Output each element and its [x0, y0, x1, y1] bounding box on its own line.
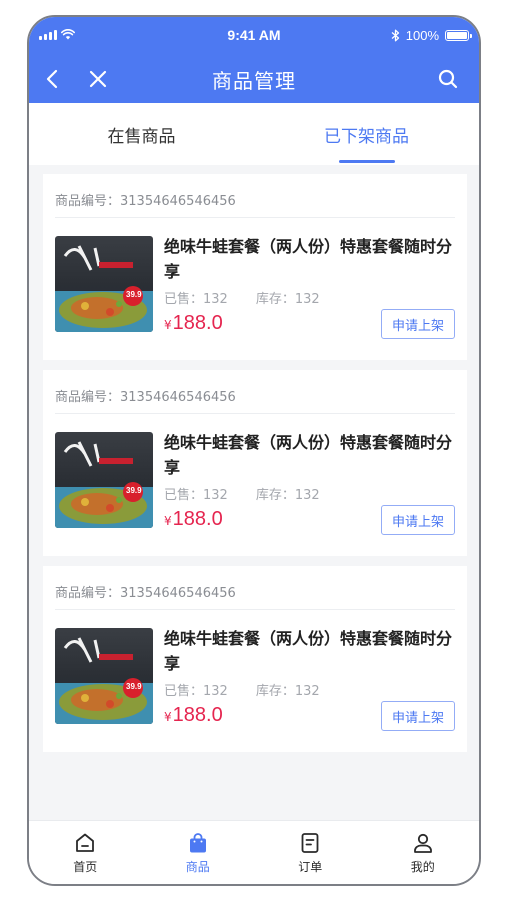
- product-name[interactable]: 绝味牛蛙套餐（两人份）特惠套餐随时分享: [164, 626, 459, 676]
- bluetooth-icon: [391, 29, 399, 42]
- product-image[interactable]: 39.9: [55, 432, 153, 528]
- bottom-nav-home[interactable]: 首页: [29, 821, 142, 884]
- product-list: 商品编号：31354646546456 39.9 绝味牛蛙套餐（两人份）特惠套餐…: [43, 174, 467, 762]
- app-header: 9:41 AM 100% 商品管理: [29, 17, 479, 103]
- active-tab-indicator: [338, 160, 395, 163]
- status-right: 100%: [391, 28, 472, 43]
- price-currency: ¥: [164, 514, 172, 528]
- product-card: 商品编号：31354646546456 39.9 绝味牛蛙套餐（两人份）特惠套餐…: [43, 370, 467, 556]
- home-icon: [73, 831, 97, 855]
- apply-listing-button[interactable]: 申请上架: [381, 701, 455, 731]
- stock-count: 库存：132: [255, 684, 320, 699]
- bottom-nav-products-label: 商品: [185, 859, 210, 874]
- bottom-nav: 首页 商品 订单 我的: [29, 820, 479, 884]
- stock-count: 库存：132: [255, 488, 320, 503]
- product-price: ¥ 188.0: [164, 312, 223, 335]
- battery-percent: 100%: [405, 28, 439, 43]
- page-title: 商品管理: [212, 69, 296, 93]
- product-name[interactable]: 绝味牛蛙套餐（两人份）特惠套餐随时分享: [164, 430, 459, 480]
- bottom-nav-home-label: 首页: [73, 859, 98, 874]
- shopping-bag-icon: [186, 831, 210, 855]
- user-icon: [411, 831, 435, 855]
- card-divider: [55, 413, 455, 414]
- order-icon: [298, 831, 322, 855]
- product-stats: 已售：132 库存：132: [164, 484, 320, 503]
- product-stats: 已售：132 库存：132: [164, 680, 320, 699]
- product-price: ¥ 188.0: [164, 508, 223, 531]
- price-currency: ¥: [164, 710, 172, 724]
- tab-delisted[interactable]: 已下架商品: [254, 103, 479, 165]
- battery-icon: [445, 30, 472, 41]
- product-id: 商品编号：31354646546456: [55, 586, 236, 601]
- price-amount: 188.0: [172, 508, 223, 530]
- tab-on-sale[interactable]: 在售商品: [29, 103, 254, 165]
- price-amount: 188.0: [172, 704, 223, 726]
- product-id: 商品编号：31354646546456: [55, 390, 236, 405]
- product-price: ¥ 188.0: [164, 704, 223, 727]
- price-currency: ¥: [164, 318, 172, 332]
- stock-count: 库存：132: [255, 292, 320, 307]
- search-icon[interactable]: [435, 66, 461, 92]
- sold-count: 已售：132: [164, 684, 228, 699]
- bottom-nav-me[interactable]: 我的: [367, 821, 480, 884]
- sold-count: 已售：132: [164, 292, 228, 307]
- tab-delisted-label: 已下架商品: [324, 126, 409, 147]
- tab-bar: 在售商品 已下架商品: [29, 103, 479, 165]
- product-stats: 已售：132 库存：132: [164, 288, 320, 307]
- product-card: 商品编号：31354646546456 39.9 绝味牛蛙套餐（两人份）特惠套餐…: [43, 566, 467, 752]
- price-badge: 39.9: [126, 682, 142, 691]
- product-id: 商品编号：31354646546456: [55, 194, 236, 209]
- product-image[interactable]: 39.9: [55, 628, 153, 724]
- bottom-nav-orders-label: 订单: [298, 859, 323, 874]
- card-divider: [55, 217, 455, 218]
- sold-count: 已售：132: [164, 488, 228, 503]
- status-bar: 9:41 AM 100%: [29, 17, 479, 55]
- bottom-nav-me-label: 我的: [410, 859, 435, 874]
- product-image[interactable]: 39.9: [55, 236, 153, 332]
- card-divider: [55, 609, 455, 610]
- nav-bar: 商品管理: [29, 55, 479, 103]
- price-badge: 39.9: [126, 486, 142, 495]
- tab-on-sale-label: 在售商品: [107, 126, 176, 147]
- price-badge: 39.9: [126, 290, 142, 299]
- bottom-nav-products[interactable]: 商品: [142, 821, 255, 884]
- product-card: 商品编号：31354646546456 39.9 绝味牛蛙套餐（两人份）特惠套餐…: [43, 174, 467, 360]
- phone-frame: 9:41 AM 100% 商品管理 在售商品 已下架商品 商品编号：313546…: [27, 15, 481, 886]
- apply-listing-button[interactable]: 申请上架: [381, 309, 455, 339]
- apply-listing-button[interactable]: 申请上架: [381, 505, 455, 535]
- product-name[interactable]: 绝味牛蛙套餐（两人份）特惠套餐随时分享: [164, 234, 459, 284]
- price-amount: 188.0: [172, 312, 223, 334]
- bottom-nav-orders[interactable]: 订单: [254, 821, 367, 884]
